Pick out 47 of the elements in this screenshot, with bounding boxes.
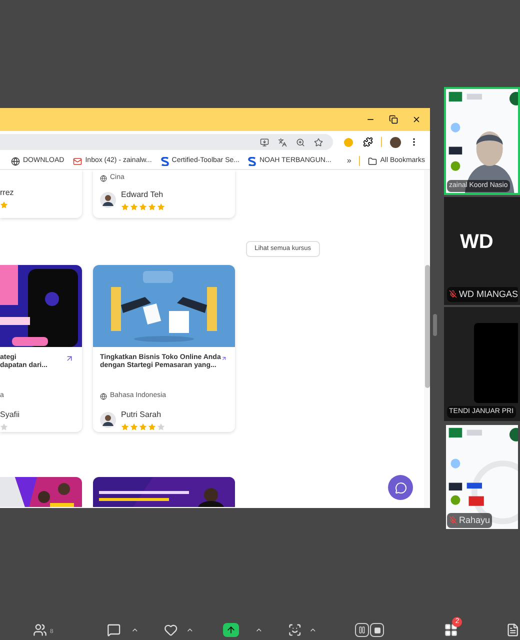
- chevron-up-icon[interactable]: [254, 626, 263, 634]
- participant-display-name: WD: [460, 230, 494, 255]
- s-shape-icon: [248, 156, 256, 166]
- globe-icon: [11, 156, 20, 166]
- instructor-name: rrez: [0, 187, 14, 199]
- notes-icon[interactable]: [506, 623, 520, 637]
- resize-handle[interactable]: [433, 314, 437, 336]
- translate-icon[interactable]: [278, 138, 287, 146]
- chevron-up-icon[interactable]: [186, 626, 194, 634]
- folder-icon: [368, 156, 378, 166]
- share-screen-button[interactable]: [223, 623, 239, 637]
- scrollbar[interactable]: [424, 170, 430, 508]
- install-icon[interactable]: [260, 138, 269, 146]
- chat-icon[interactable]: [107, 623, 122, 637]
- mail-icon: [73, 156, 82, 166]
- s-shape-icon: [160, 156, 169, 166]
- chevron-up-icon[interactable]: [309, 626, 318, 634]
- participants-icon[interactable]: [33, 623, 47, 637]
- restore-icon[interactable]: [389, 115, 398, 124]
- chat-button[interactable]: [388, 475, 413, 500]
- profile-avatar[interactable]: [390, 136, 401, 148]
- avatar: [100, 192, 116, 208]
- more-bookmarks[interactable]: »: [346, 155, 352, 167]
- arrow-up-icon: [226, 625, 236, 635]
- participant-name: WD MIANGAS: [459, 288, 518, 300]
- globe-icon: [100, 392, 107, 400]
- globe-icon: [100, 174, 107, 182]
- arrow-up-right-icon[interactable]: [65, 354, 74, 363]
- instructor-name: Edward Teh: [121, 188, 164, 200]
- puzzle-icon[interactable]: [363, 137, 373, 147]
- chevron-up-icon[interactable]: [131, 626, 139, 634]
- grid-icon[interactable]: [444, 623, 458, 637]
- arrow-up-right-icon[interactable]: [220, 354, 227, 363]
- avatar: [100, 412, 116, 428]
- chat-icon: [394, 482, 406, 494]
- zoom-icon[interactable]: [296, 138, 305, 146]
- close-icon[interactable]: [412, 115, 421, 124]
- pause-stop-share[interactable]: [355, 623, 384, 637]
- bookmark-star-icon[interactable]: [314, 138, 323, 146]
- participant-name: Rahayu: [459, 514, 490, 527]
- instructor-name: Putri Sarah: [121, 408, 162, 420]
- apps-icon[interactable]: [288, 623, 302, 637]
- course-card[interactable]: rrez: [0, 170, 82, 218]
- instructor-name: Syafii: [0, 408, 20, 420]
- heart-icon[interactable]: [164, 623, 178, 637]
- stop-icon: [374, 626, 381, 634]
- pause-icon: [358, 626, 366, 634]
